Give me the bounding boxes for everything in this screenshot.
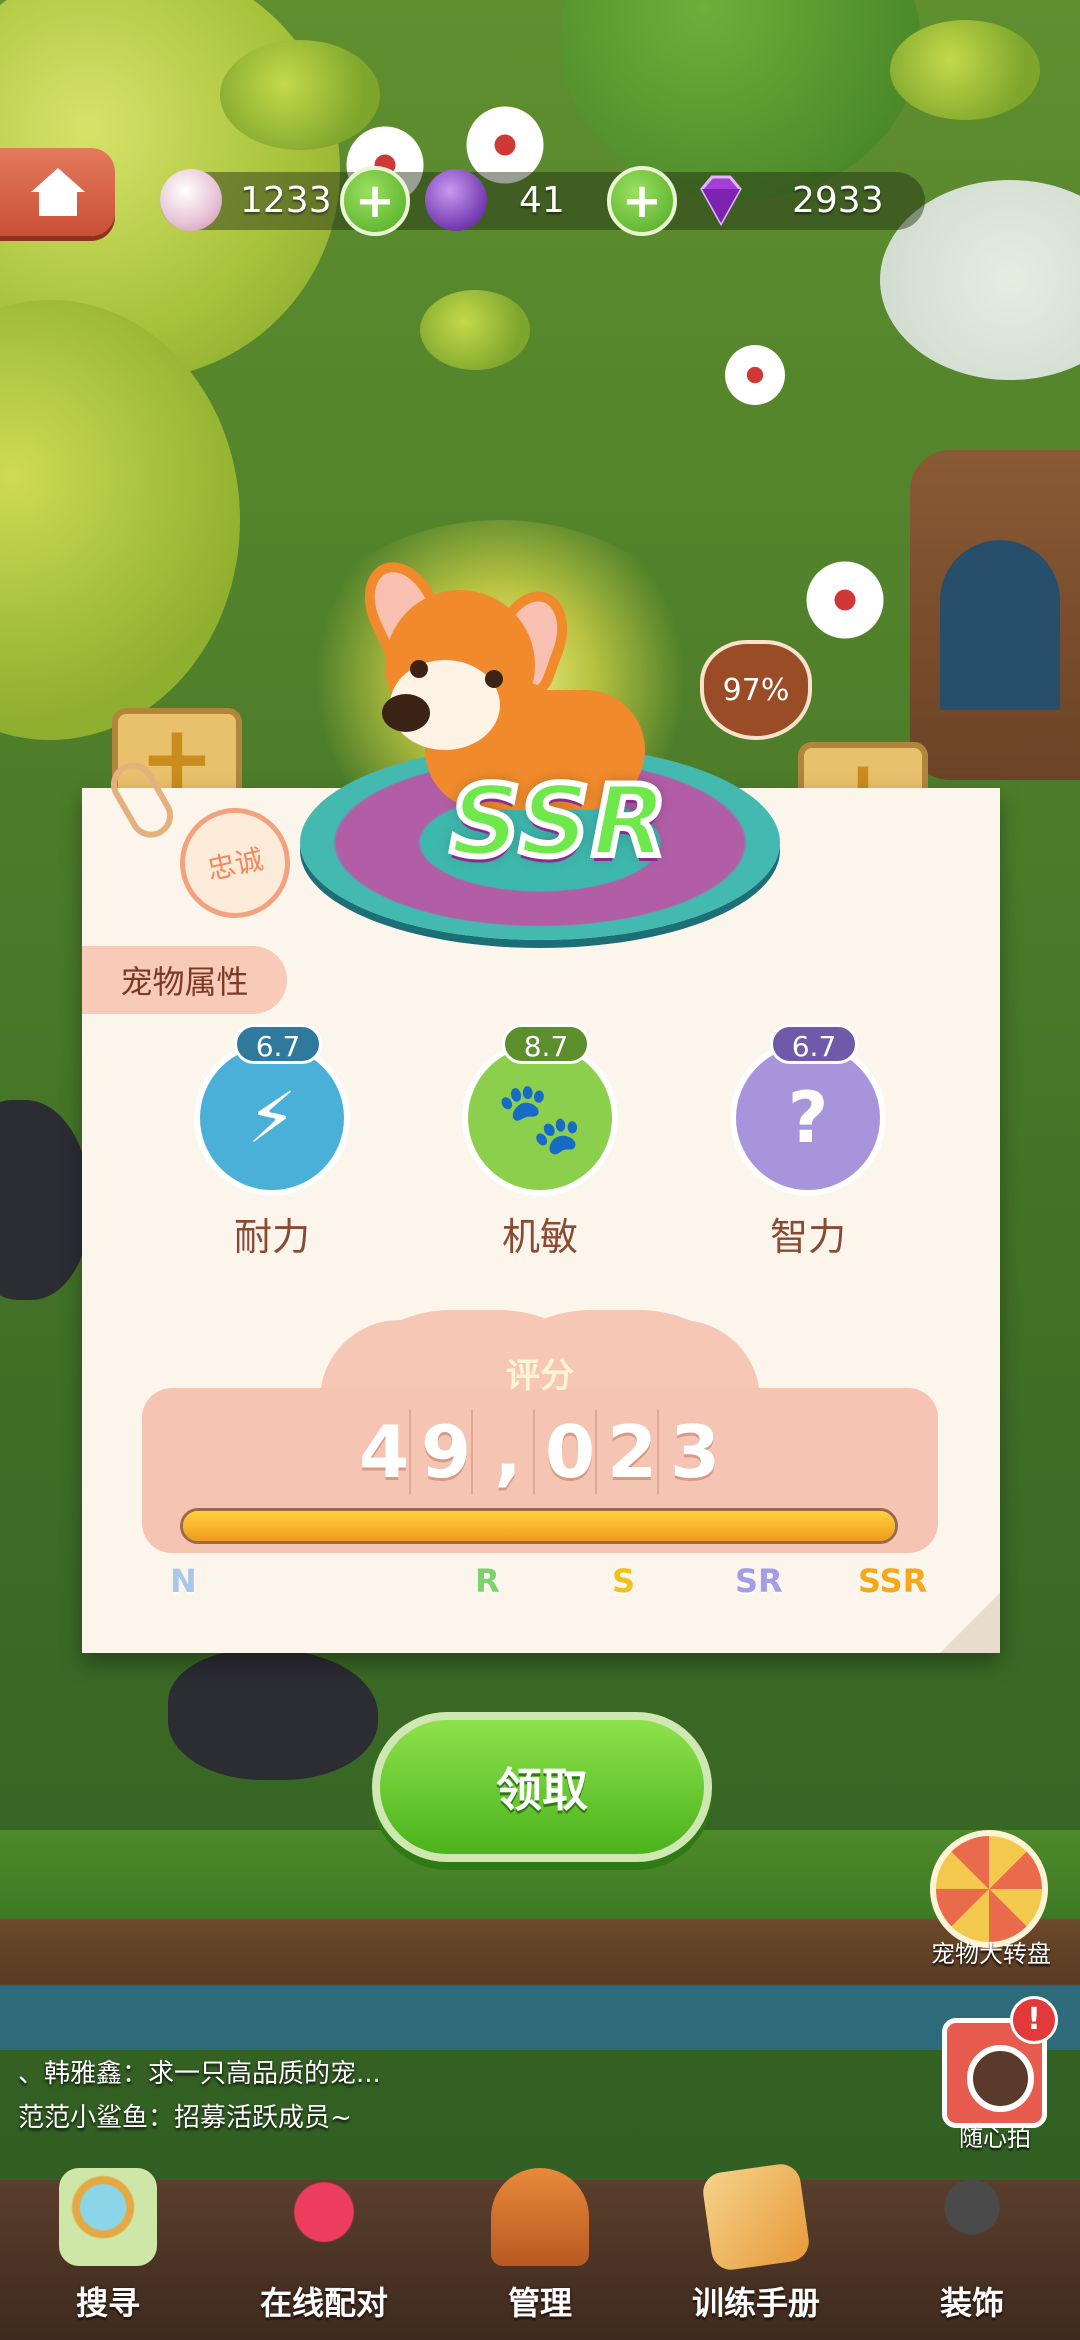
notification-badge: ! <box>1010 1996 1058 2044</box>
chat-message: 、韩雅鑫：求一只高品质的宠... <box>18 2059 381 2089</box>
pet-wheel-label: 宠物大转盘 <box>931 1940 1051 1968</box>
rarity-badge: SSR <box>447 762 670 882</box>
doghouse-door <box>940 540 1060 710</box>
stat-endurance: 6.7 ⚡ 耐力 <box>182 1024 362 1261</box>
score-digit: 0 <box>545 1410 597 1494</box>
score-label: 评分 <box>506 1356 574 1396</box>
chat-feed[interactable]: 、韩雅鑫：求一只高品质的宠... 范范小鲨鱼：招募活跃成员~ <box>0 2052 520 2152</box>
score-progress-fill <box>183 1511 895 1541</box>
currency-potion-value: 41 <box>519 179 565 221</box>
stat-label: 耐力 <box>233 1215 310 1259</box>
gem-icon <box>690 169 752 231</box>
flower-bush <box>420 290 530 370</box>
flower <box>800 555 890 645</box>
tree-icon <box>923 2168 1021 2266</box>
score-digit: 9 <box>421 1410 473 1494</box>
pet-percent-badge: 97% <box>700 640 812 740</box>
nav-online-match[interactable]: 在线配对 <box>216 2168 432 2340</box>
nav-training-manual[interactable]: 训练手册 <box>648 2161 864 2340</box>
score-value: 4 9 , 0 2 3 <box>310 1410 770 1494</box>
currency-gem: 2933 <box>690 160 884 240</box>
corgi-eye <box>485 670 503 688</box>
chat-message: 范范小鲨鱼：招募活跃成员~ <box>18 2103 352 2133</box>
flower <box>720 340 790 410</box>
milk-bottle-icon <box>160 169 222 231</box>
currency-bottle: 1233 <box>160 160 332 240</box>
stat-label: 机敏 <box>501 1215 578 1259</box>
stat-intelligence: 6.7 ? 智力 <box>718 1024 898 1261</box>
nav-label: 搜寻 <box>75 2284 140 2322</box>
score-digit: 4 <box>359 1410 411 1494</box>
currency-potion: 41 <box>425 160 565 240</box>
score-digit: , <box>483 1410 535 1494</box>
agility-icon: 8.7 🐾 <box>462 1024 618 1196</box>
add-bottle-button[interactable]: + <box>340 166 410 236</box>
potion-icon <box>425 169 487 231</box>
husky-pet <box>168 1650 378 1780</box>
book-icon <box>700 2161 812 2273</box>
nav-label: 训练手册 <box>691 2284 820 2322</box>
stat-agility: 8.7 🐾 机敏 <box>450 1024 630 1261</box>
stat-score: 8.7 <box>502 1024 590 1064</box>
endurance-icon: 6.7 ⚡ <box>194 1024 350 1196</box>
nav-label: 装饰 <box>939 2284 1004 2322</box>
corgi-eye <box>410 660 428 678</box>
currency-bottle-value: 1233 <box>240 179 332 221</box>
tier-n: N <box>170 1562 197 1600</box>
score-progress-bar <box>180 1508 898 1544</box>
home-button[interactable] <box>0 148 115 236</box>
nav-label: 管理 <box>507 2284 572 2322</box>
tier-ssr: SSR <box>858 1562 928 1600</box>
nav-decoration[interactable]: 装饰 <box>864 2168 1080 2340</box>
intelligence-icon: 6.7 ? <box>730 1024 886 1196</box>
magnifier-icon <box>59 2168 157 2266</box>
add-potion-button[interactable]: + <box>607 166 677 236</box>
home-icon <box>30 168 85 216</box>
currency-gem-value: 2933 <box>792 179 884 221</box>
nav-search[interactable]: 搜寻 <box>0 2168 216 2340</box>
score-digit: 3 <box>669 1410 721 1494</box>
claim-button[interactable]: 领取 <box>372 1712 712 1862</box>
stat-score: 6.7 <box>770 1024 858 1064</box>
tier-s: S <box>612 1562 636 1600</box>
heart-icon <box>275 2168 373 2266</box>
house-icon <box>491 2168 589 2266</box>
bottom-nav: 搜寻 在线配对 管理 训练手册 装饰 <box>0 2161 1080 2340</box>
nav-label: 在线配对 <box>259 2284 388 2322</box>
camera-label: 随心拍 <box>959 2124 1031 2152</box>
stat-score: 6.7 <box>234 1024 322 1064</box>
score-digit: 2 <box>607 1410 659 1494</box>
stat-label: 智力 <box>769 1215 846 1259</box>
pet-wheel-button[interactable] <box>930 1830 1048 1948</box>
nav-manage[interactable]: 管理 <box>432 2168 648 2340</box>
flower-bush <box>890 20 1040 120</box>
corgi-nose <box>382 694 430 732</box>
tier-r: R <box>475 1562 500 1600</box>
tier-sr: SR <box>735 1562 783 1600</box>
husky-pet <box>0 1100 90 1300</box>
pet-attributes-tag: 宠物属性 <box>82 946 287 1014</box>
